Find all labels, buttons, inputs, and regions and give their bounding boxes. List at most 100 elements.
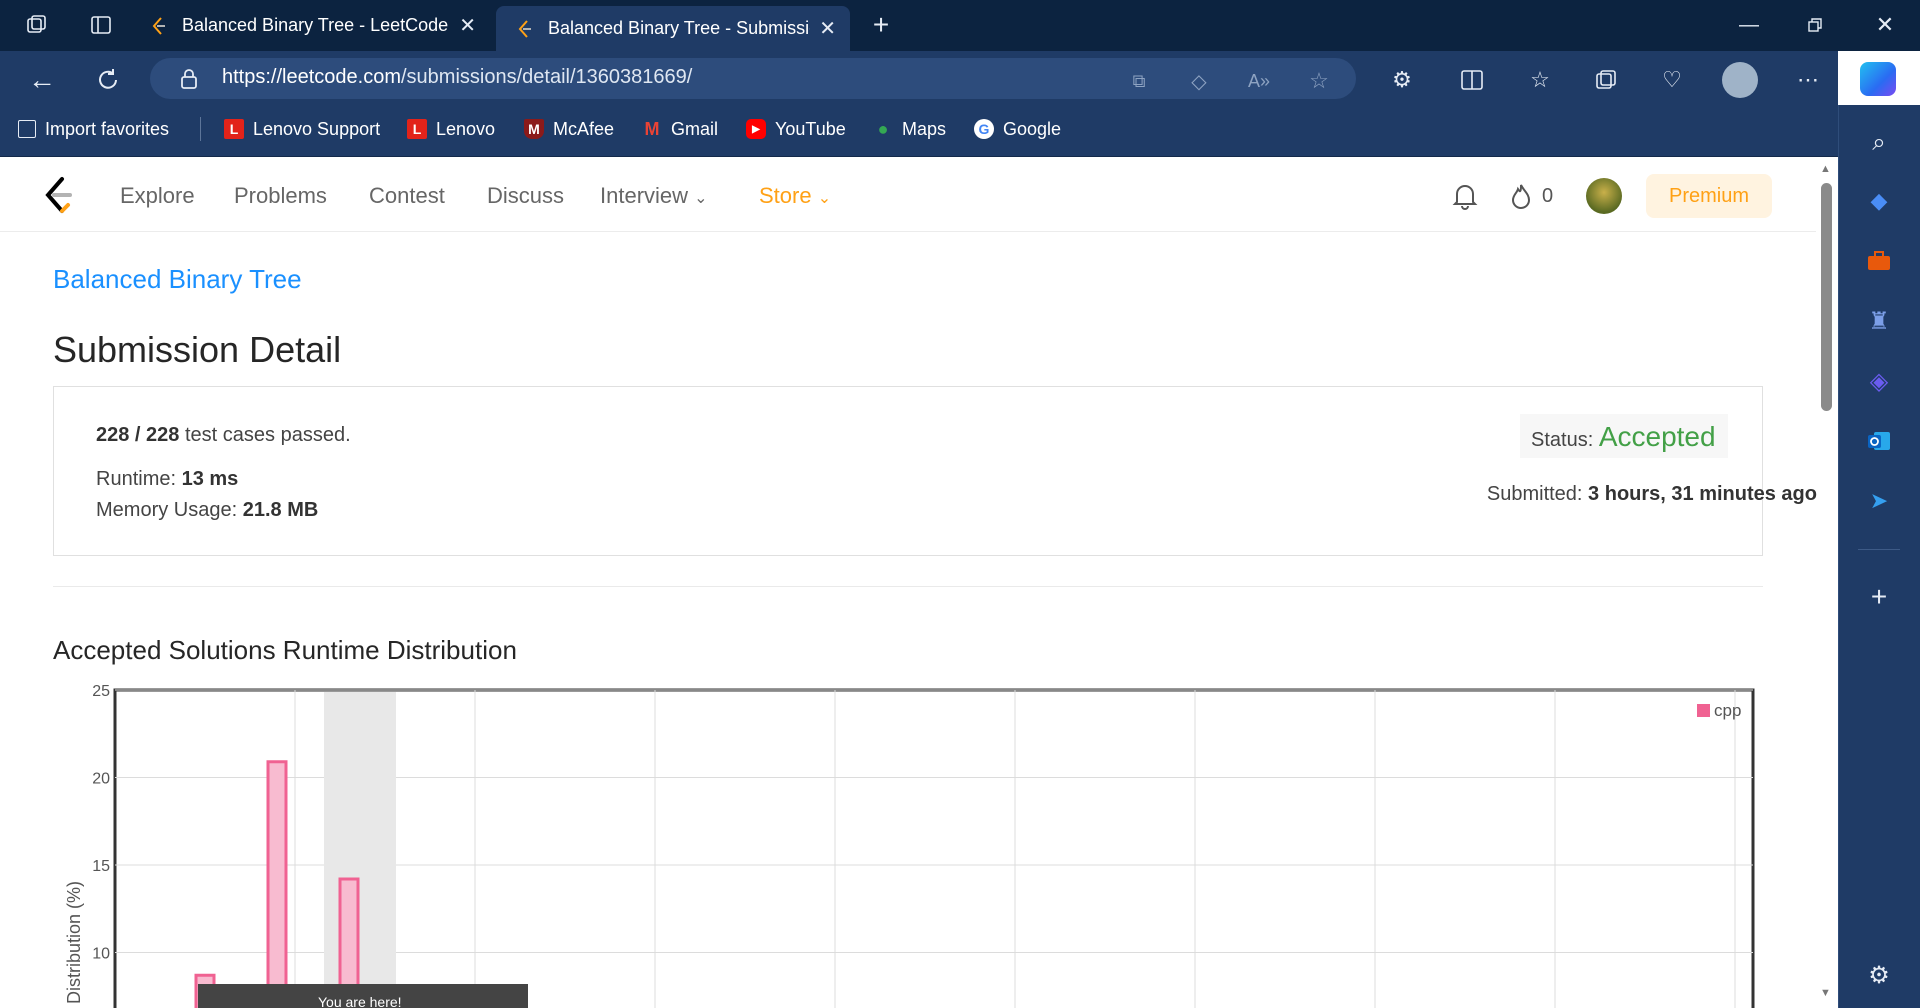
scroll-up-arrow-icon[interactable]: ▲ [1820,163,1831,175]
back-icon[interactable]: ← [24,62,60,98]
runtime-row: Runtime: 13 ms [96,468,238,491]
gmail-icon: M [644,118,660,139]
legend-label: cpp [1714,701,1741,720]
memory-row: Memory Usage: 21.8 MB [96,499,318,522]
scrollbar-thumb[interactable] [1821,183,1832,411]
close-tab-icon[interactable]: ✕ [459,13,476,38]
split-screen-icon[interactable] [1456,64,1488,96]
more-options-icon[interactable]: ⋯ [1792,64,1824,96]
status-label: Status: [1531,429,1594,451]
page-scrollbar[interactable]: ▲ ▼ [1816,157,1838,1008]
extensions-icon[interactable]: ⚙ [1386,64,1418,96]
favorite-import[interactable]: Import favorites [18,116,169,142]
edge-sidebar [1838,105,1920,1008]
tab-leetcode-problem[interactable]: Balanced Binary Tree - LeetCode ✕ [150,6,490,45]
favorite-lenovo[interactable]: L Lenovo [407,116,495,142]
read-aloud-icon[interactable]: A» [1244,66,1274,96]
favorite-maps[interactable]: ● Maps [873,116,946,142]
favorite-label: Maps [902,118,947,139]
premium-button[interactable]: Premium [1646,174,1772,218]
nav-interview-label: Interview [600,183,689,208]
url-path: /submissions/detail/1360381669/ [400,66,693,88]
google-icon: G [974,119,994,139]
leetcode-logo[interactable] [40,176,74,214]
lenovo-icon: L [407,119,427,139]
status-row: Status: Accepted [1531,421,1716,453]
test-cases-count: 228 / 228 [96,424,180,446]
favorites-divider [200,117,201,141]
sidebar-settings-icon[interactable]: ⚙ [1862,958,1896,992]
nav-explore[interactable]: Explore [120,183,195,209]
send-icon[interactable]: ➤ [1862,484,1896,518]
maps-icon: ● [877,118,889,139]
minimize-icon[interactable]: — [1734,10,1764,40]
streak-count: 0 [1542,185,1554,207]
favorite-mcafee[interactable]: M McAfee [524,116,614,142]
workspaces-icon[interactable] [22,10,52,40]
copilot-sidebar-icon[interactable]: ◈ [1862,364,1896,398]
profile-avatar[interactable] [1722,62,1758,98]
y-tick-label: 10 [92,946,110,963]
nav-store-label: Store [759,183,812,208]
page-title: Submission Detail [53,329,342,370]
user-avatar[interactable] [1586,178,1622,214]
favorites-list-icon[interactable]: ☆ [1524,64,1556,96]
runtime-label: Runtime: [96,468,177,490]
tooltip-text: You are here! [318,994,402,1008]
favorite-youtube[interactable]: ▶ YouTube [746,116,846,142]
nav-store[interactable]: Store ⌄ [759,183,831,209]
url-text[interactable]: https://leetcode.com/submissions/detail/… [222,66,692,89]
y-tick-label: 25 [92,683,110,700]
tab-submission-detail[interactable]: Balanced Binary Tree - Submissio ✕ [496,6,850,51]
scroll-down-arrow-icon[interactable]: ▼ [1820,987,1831,999]
tab-title: Balanced Binary Tree - LeetCode [182,15,449,35]
favorite-google[interactable]: G Google [974,116,1061,142]
lock-icon[interactable] [176,66,202,92]
import-icon [18,120,36,138]
new-tab-icon[interactable]: + [866,9,896,40]
refresh-icon[interactable] [90,62,126,98]
runtime-value: 13 ms [181,468,239,490]
url-host: https://leetcode.com [222,66,401,88]
favorite-label: Import favorites [45,118,170,139]
collections-icon[interactable] [1590,64,1622,96]
tools-icon[interactable] [1862,244,1896,278]
restore-icon[interactable] [1800,10,1830,40]
copilot-icon[interactable] [1860,62,1896,96]
y-tick-label: 20 [92,771,110,788]
coupon-tag-icon[interactable]: ◇ [1184,66,1214,96]
leetcode-logo-icon [516,19,534,38]
section-divider [53,586,1763,587]
shopping-tag-icon[interactable]: ◆ [1862,184,1896,218]
problem-title-link[interactable]: Balanced Binary Tree [53,264,302,295]
chart-title: Accepted Solutions Runtime Distribution [53,635,517,665]
sidebar-search-icon[interactable]: ⌕ [1862,126,1896,160]
nav-discuss[interactable]: Discuss [487,183,564,209]
chevron-down-icon: ⌄ [817,190,832,207]
favorite-label: Google [1003,118,1062,139]
tab-title: Balanced Binary Tree - Submissio [548,18,810,38]
add-sidebar-app-icon[interactable]: + [1862,580,1896,614]
favorite-gmail[interactable]: M Gmail [642,116,719,142]
streak-fire-icon[interactable] [1510,182,1534,210]
nav-interview[interactable]: Interview ⌄ [600,183,708,209]
browser-essentials-icon[interactable]: ♡ [1656,64,1688,96]
y-axis-label: Distribution (%) [64,881,84,1004]
chart-bar [266,760,288,1008]
outlook-icon[interactable] [1862,424,1896,458]
open-in-app-icon[interactable]: ⧉ [1124,66,1154,96]
status-value: Accepted [1598,421,1716,452]
favorite-label: YouTube [775,118,846,139]
games-icon[interactable]: ♜ [1862,304,1896,338]
nav-contest[interactable]: Contest [369,183,445,209]
tab-actions-icon[interactable] [86,10,116,40]
nav-problems[interactable]: Problems [234,183,327,209]
favorite-star-icon[interactable]: ☆ [1304,66,1334,96]
notification-bell-icon[interactable] [1452,182,1480,210]
favorite-lenovo-support[interactable]: L Lenovo Support [224,116,380,142]
sidebar-divider [1858,549,1900,550]
close-window-icon[interactable]: ✕ [1870,10,1900,40]
close-tab-icon[interactable]: ✕ [819,16,836,41]
favorite-label: Gmail [671,118,719,139]
submitted-label: Submitted: [1486,483,1583,505]
